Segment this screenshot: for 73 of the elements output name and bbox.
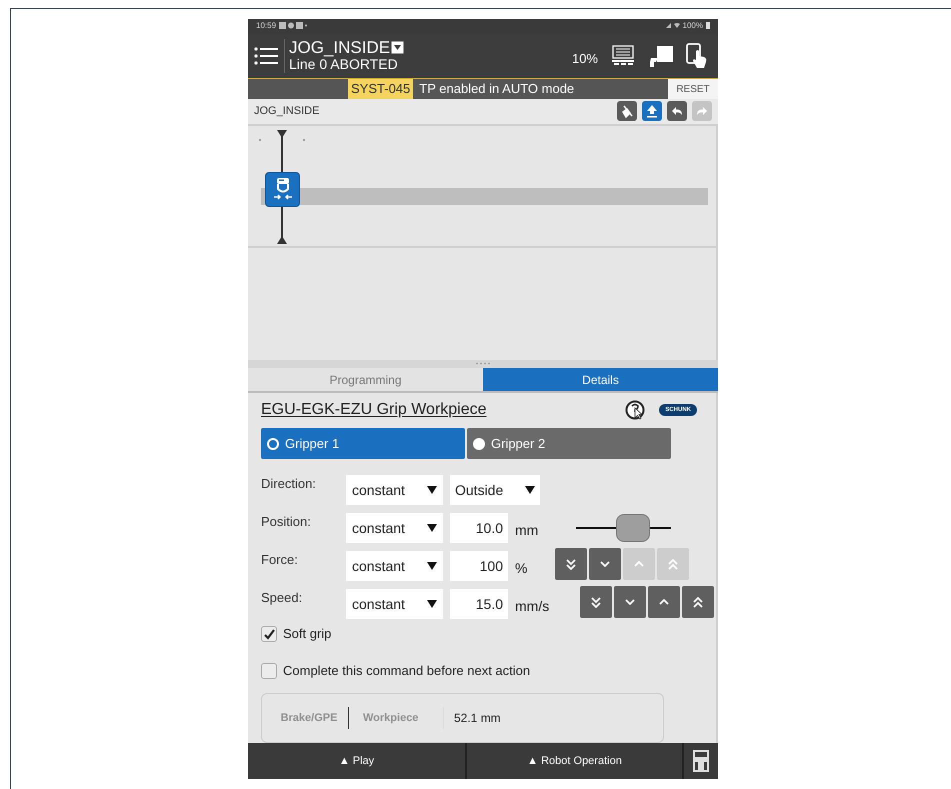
gripper-option[interactable]: Gripper 1 — [261, 428, 465, 460]
double-chevron-up-icon — [668, 558, 678, 570]
menu-icon[interactable] — [254, 46, 278, 66]
bottom-menu-button[interactable]: ▲ Robot Operation — [465, 743, 682, 779]
decrease-button[interactable] — [589, 548, 621, 580]
program-title: JOG_INSIDE — [289, 38, 390, 56]
increase-button[interactable] — [648, 586, 680, 618]
field-label: Position: — [261, 513, 312, 532]
battery-level: 100% — [682, 20, 703, 32]
clock-time: 10:59 — [256, 20, 276, 32]
dropdown-arrow-icon — [427, 562, 437, 570]
chevron-down-icon — [600, 561, 610, 568]
mode-dropdown[interactable]: constant — [346, 589, 443, 620]
dropdown-arrow-icon — [427, 600, 437, 608]
checkbox-option[interactable]: Complete this command before next action — [261, 660, 703, 680]
decrease-button[interactable] — [614, 586, 646, 618]
undo-button[interactable] — [667, 101, 687, 122]
field-label: Force: — [261, 551, 299, 570]
program-status: Line 0 ABORTED — [289, 56, 399, 73]
signal-icons — [666, 22, 680, 30]
field-label: Direction: — [261, 475, 317, 494]
chevron-up-icon — [634, 561, 644, 568]
panel-layout-icon — [693, 750, 709, 772]
reset-button[interactable]: RESET — [668, 79, 718, 100]
double-chevron-up-icon — [693, 596, 703, 608]
fast-decrease-button[interactable] — [580, 586, 612, 618]
fast-increase-button[interactable] — [682, 586, 714, 618]
field-label: Speed: — [261, 589, 304, 608]
double-chevron-down-icon — [566, 558, 576, 570]
checkbox[interactable] — [261, 626, 277, 642]
alarm-code: SYST-045 — [348, 79, 414, 100]
checkbox-option[interactable]: Soft grip — [261, 624, 703, 644]
checkmark-icon — [262, 628, 276, 641]
battery-icon — [706, 22, 710, 30]
unit-label: mm/s — [515, 597, 550, 616]
tab[interactable]: Details — [483, 368, 718, 392]
alarm-message: TP enabled in AUTO mode — [418, 80, 576, 98]
checkbox[interactable] — [261, 662, 277, 679]
value-field[interactable]: 15.0 — [450, 589, 508, 620]
program-name: JOG_INSIDE — [254, 104, 320, 120]
upload-button[interactable] — [642, 101, 662, 122]
command-title: EGU-EGK-EZU Grip Workpiece — [261, 400, 487, 420]
unit-label: mm — [515, 521, 540, 540]
radio-icon — [473, 438, 485, 450]
value-field[interactable]: 10.0 — [450, 513, 508, 544]
mode-dropdown[interactable]: constant — [346, 475, 443, 506]
bottom-menu-button[interactable]: ▲ Play — [248, 743, 465, 779]
info-label: Workpiece — [362, 711, 420, 726]
info-label: Brake/GPE — [280, 711, 338, 726]
chevron-up-icon — [659, 599, 669, 606]
gripper-node[interactable] — [265, 172, 300, 207]
gripper-option[interactable]: Gripper 2 — [467, 428, 671, 460]
tablet-touch-icon[interactable] — [686, 42, 708, 69]
resize-handle-icon[interactable] — [475, 362, 491, 366]
robot-icon — [648, 44, 674, 68]
notification-icons — [279, 22, 308, 30]
mode-dropdown[interactable]: constant — [346, 513, 443, 544]
value-field[interactable]: 100 — [450, 551, 508, 582]
unit-label: % — [515, 559, 528, 578]
double-chevron-down-icon — [591, 596, 601, 608]
speed-override: 10% — [572, 50, 598, 68]
dropdown-icon[interactable] — [391, 40, 404, 54]
fast-decrease-button[interactable] — [555, 548, 587, 580]
direction-dropdown[interactable]: Outside — [450, 475, 540, 506]
radio-icon — [267, 438, 279, 450]
dropdown-arrow-icon — [427, 524, 437, 532]
help-cursor-icon[interactable] — [625, 400, 646, 420]
dropdown-arrow-icon — [525, 486, 535, 494]
mode-dropdown[interactable]: constant — [346, 551, 443, 582]
info-value: 52.1 mm — [454, 710, 501, 728]
dropdown-arrow-icon — [427, 486, 437, 494]
auto-mode-icon — [610, 44, 636, 67]
chevron-down-icon — [625, 599, 635, 606]
